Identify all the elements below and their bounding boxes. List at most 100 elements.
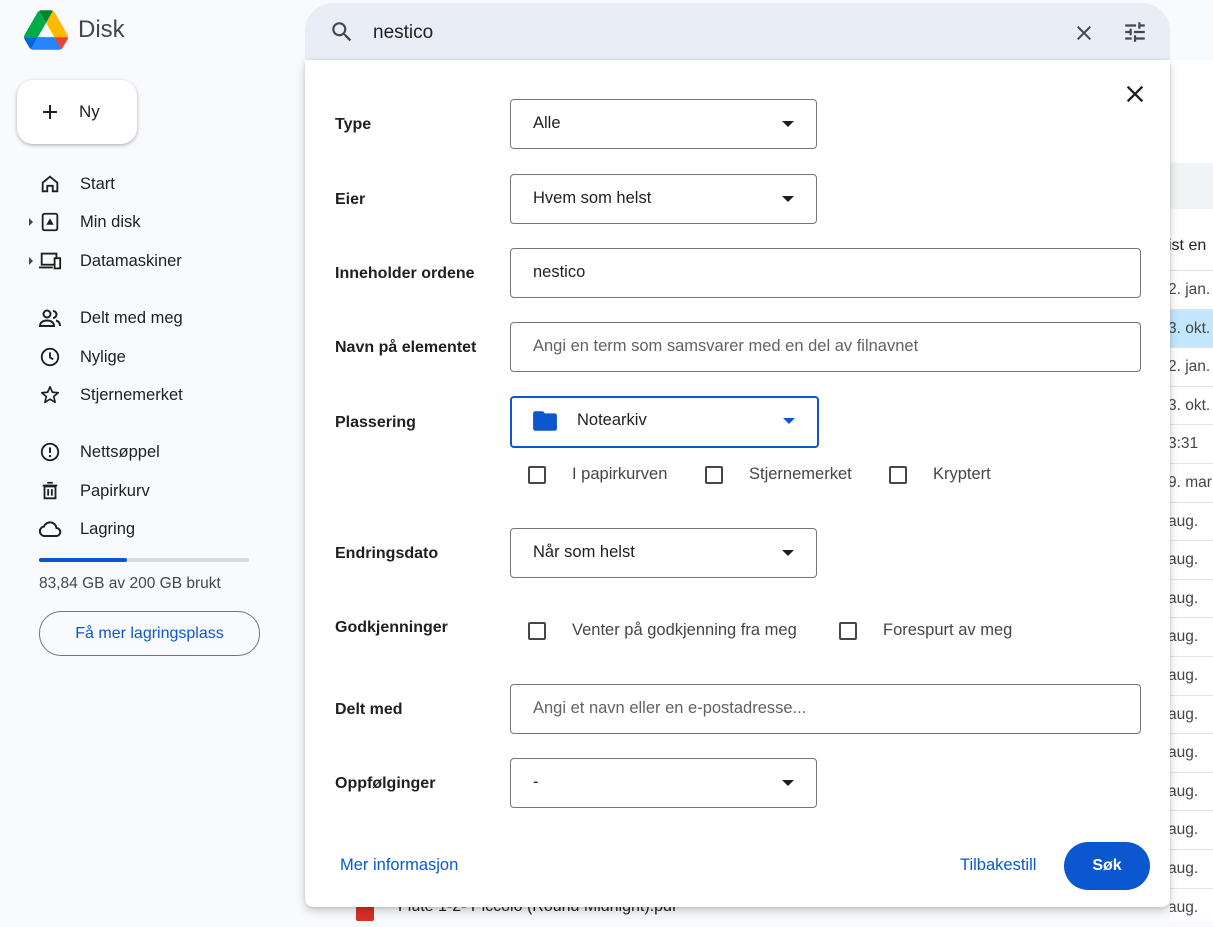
file-row[interactable]: aug. <box>1170 579 1213 618</box>
star-icon <box>38 383 62 407</box>
file-row[interactable]: aug. <box>1170 656 1213 695</box>
sidebar-item-label: Datamaskiner <box>80 251 182 270</box>
file-row[interactable]: 3:31 <box>1170 424 1213 463</box>
dropdown-arrow-icon <box>782 121 794 127</box>
new-button[interactable]: Ny <box>17 80 137 144</box>
search-input[interactable]: nestico <box>373 22 433 44</box>
sidebar-item-starred[interactable]: Stjernemerket <box>0 378 270 412</box>
checkbox-box[interactable] <box>528 621 546 640</box>
checkbox-label: Venter på godkjenning fra meg <box>572 621 797 639</box>
checkbox-label: Forespurt av meg <box>883 621 1013 639</box>
file-row[interactable]: aug. <box>1170 810 1213 849</box>
file-row[interactable]: aug. <box>1170 617 1213 656</box>
file-row[interactable]: 3. okt. <box>1170 386 1213 425</box>
file-row-modified-date: 3:31 <box>1170 435 1199 452</box>
clear-search-icon[interactable] <box>1072 21 1096 45</box>
sidebar-item-storage[interactable]: Lagring <box>0 512 270 546</box>
get-more-storage-button[interactable]: Få mer lagringsplass <box>39 611 260 656</box>
file-row[interactable]: aug. <box>1170 695 1213 734</box>
search-options-icon[interactable] <box>1122 19 1148 45</box>
file-row[interactable]: aug. <box>1170 772 1213 811</box>
close-icon[interactable] <box>1121 80 1149 108</box>
file-row-modified-date: aug. <box>1170 513 1199 530</box>
follow-ups-value: - <box>533 773 539 791</box>
location-label: Plassering <box>335 414 416 431</box>
file-row-modified-date: aug. <box>1170 667 1199 684</box>
follow-ups-select[interactable]: - <box>510 758 817 808</box>
dropdown-arrow-icon <box>782 780 794 786</box>
location-select-value: Notearkiv <box>577 411 647 429</box>
owner-label: Eier <box>335 191 366 208</box>
file-row-modified-date: 3. okt. <box>1170 320 1211 337</box>
requested-by-me-checkbox[interactable]: Forespurt av meg <box>839 621 1012 640</box>
file-row[interactable]: aug. <box>1170 540 1213 579</box>
file-row-modified-date: 9. mar <box>1170 474 1212 491</box>
file-row[interactable]: aug. <box>1170 502 1213 541</box>
expand-caret-icon[interactable] <box>28 256 34 266</box>
in-trash-checkbox[interactable]: I papirkurven <box>528 465 667 484</box>
new-button-label: Ny <box>79 102 100 121</box>
dropdown-arrow-icon <box>782 550 794 556</box>
more-info-link[interactable]: Mer informasjon <box>340 856 458 875</box>
approvals-label: Godkjenninger <box>335 619 448 636</box>
file-row[interactable]: 2. jan. <box>1170 347 1213 386</box>
shared-with-input[interactable]: Angi et navn eller en e-postadresse... <box>510 684 1141 734</box>
shared-with-label: Delt med <box>335 701 403 718</box>
sidebar-item-trash[interactable]: Papirkurv <box>0 474 270 508</box>
location-select[interactable]: Notearkiv <box>510 396 819 448</box>
sidebar-item-shared-with-me[interactable]: Delt med meg <box>0 301 270 335</box>
checkbox-box[interactable] <box>705 465 723 484</box>
type-select[interactable]: Alle <box>510 99 817 149</box>
file-row[interactable]: 2. jan. <box>1170 270 1213 309</box>
storage-usage-bar <box>39 558 249 562</box>
storage-usage-fill <box>39 558 127 562</box>
file-row[interactable]: 3. okt. <box>1170 309 1213 348</box>
dropdown-arrow-icon <box>783 418 795 424</box>
contains-words-input[interactable]: nestico <box>510 248 1141 298</box>
file-row-modified-date: 3. okt. <box>1170 397 1211 414</box>
awaiting-approval-checkbox[interactable]: Venter på godkjenning fra meg <box>528 621 797 640</box>
file-row-modified-date: aug. <box>1170 744 1199 761</box>
checkbox-label: I papirkurven <box>572 465 668 483</box>
file-row[interactable]: aug. <box>1170 888 1213 927</box>
file-row-modified-date: aug. <box>1170 590 1199 607</box>
expand-caret-icon[interactable] <box>28 217 34 227</box>
drive-logo[interactable]: Disk <box>24 10 125 50</box>
advanced-search-dialog: Type Alle Eier Hvem som helst Inneholder… <box>305 60 1170 907</box>
follow-ups-label: Oppfølginger <box>335 775 436 792</box>
encrypted-checkbox[interactable]: Kryptert <box>889 465 991 484</box>
sidebar-item-recent[interactable]: Nylige <box>0 340 270 374</box>
modified-date-value: Når som helst <box>533 543 635 561</box>
file-row[interactable]: 9. mar <box>1170 463 1213 502</box>
sidebar-item-label: Delt med meg <box>80 308 183 327</box>
clock-icon <box>38 345 62 369</box>
column-header-last-modified[interactable]: ist en <box>1168 237 1206 255</box>
sidebar-item-label: Stjernemerket <box>80 385 183 404</box>
checkbox-box[interactable] <box>889 465 907 484</box>
home-icon <box>38 172 62 196</box>
trash-icon <box>38 479 62 503</box>
owner-select[interactable]: Hvem som helst <box>510 174 817 224</box>
checkbox-box[interactable] <box>528 465 546 484</box>
checkbox-box[interactable] <box>839 621 857 640</box>
search-bar[interactable]: nestico <box>305 3 1170 61</box>
file-row-modified-date: aug. <box>1170 706 1199 723</box>
item-name-input[interactable]: Angi en term som samsvarer med en del av… <box>510 322 1141 372</box>
reset-button[interactable]: Tilbakestill <box>960 856 1036 875</box>
sidebar-item-computers[interactable]: Datamaskiner <box>0 244 270 278</box>
file-row[interactable]: aug. <box>1170 733 1213 772</box>
type-select-value: Alle <box>533 114 561 132</box>
sidebar-item-my-drive[interactable]: Min disk <box>0 205 270 239</box>
type-label: Type <box>335 116 372 133</box>
file-row-modified-date: aug. <box>1170 628 1199 645</box>
modified-date-select[interactable]: Når som helst <box>510 528 817 578</box>
search-submit-button[interactable]: Søk <box>1064 842 1150 890</box>
search-icon[interactable] <box>329 19 355 45</box>
file-row-modified-date: 2. jan. <box>1170 358 1211 375</box>
starred-checkbox[interactable]: Stjernemerket <box>705 465 852 484</box>
sidebar-item-spam[interactable]: Nettsøppel <box>0 435 270 469</box>
file-row-modified-date: aug. <box>1170 551 1199 568</box>
sidebar-item-start[interactable]: Start <box>0 167 270 201</box>
modified-date-label: Endringsdato <box>335 545 439 562</box>
file-row[interactable]: aug. <box>1170 849 1213 888</box>
